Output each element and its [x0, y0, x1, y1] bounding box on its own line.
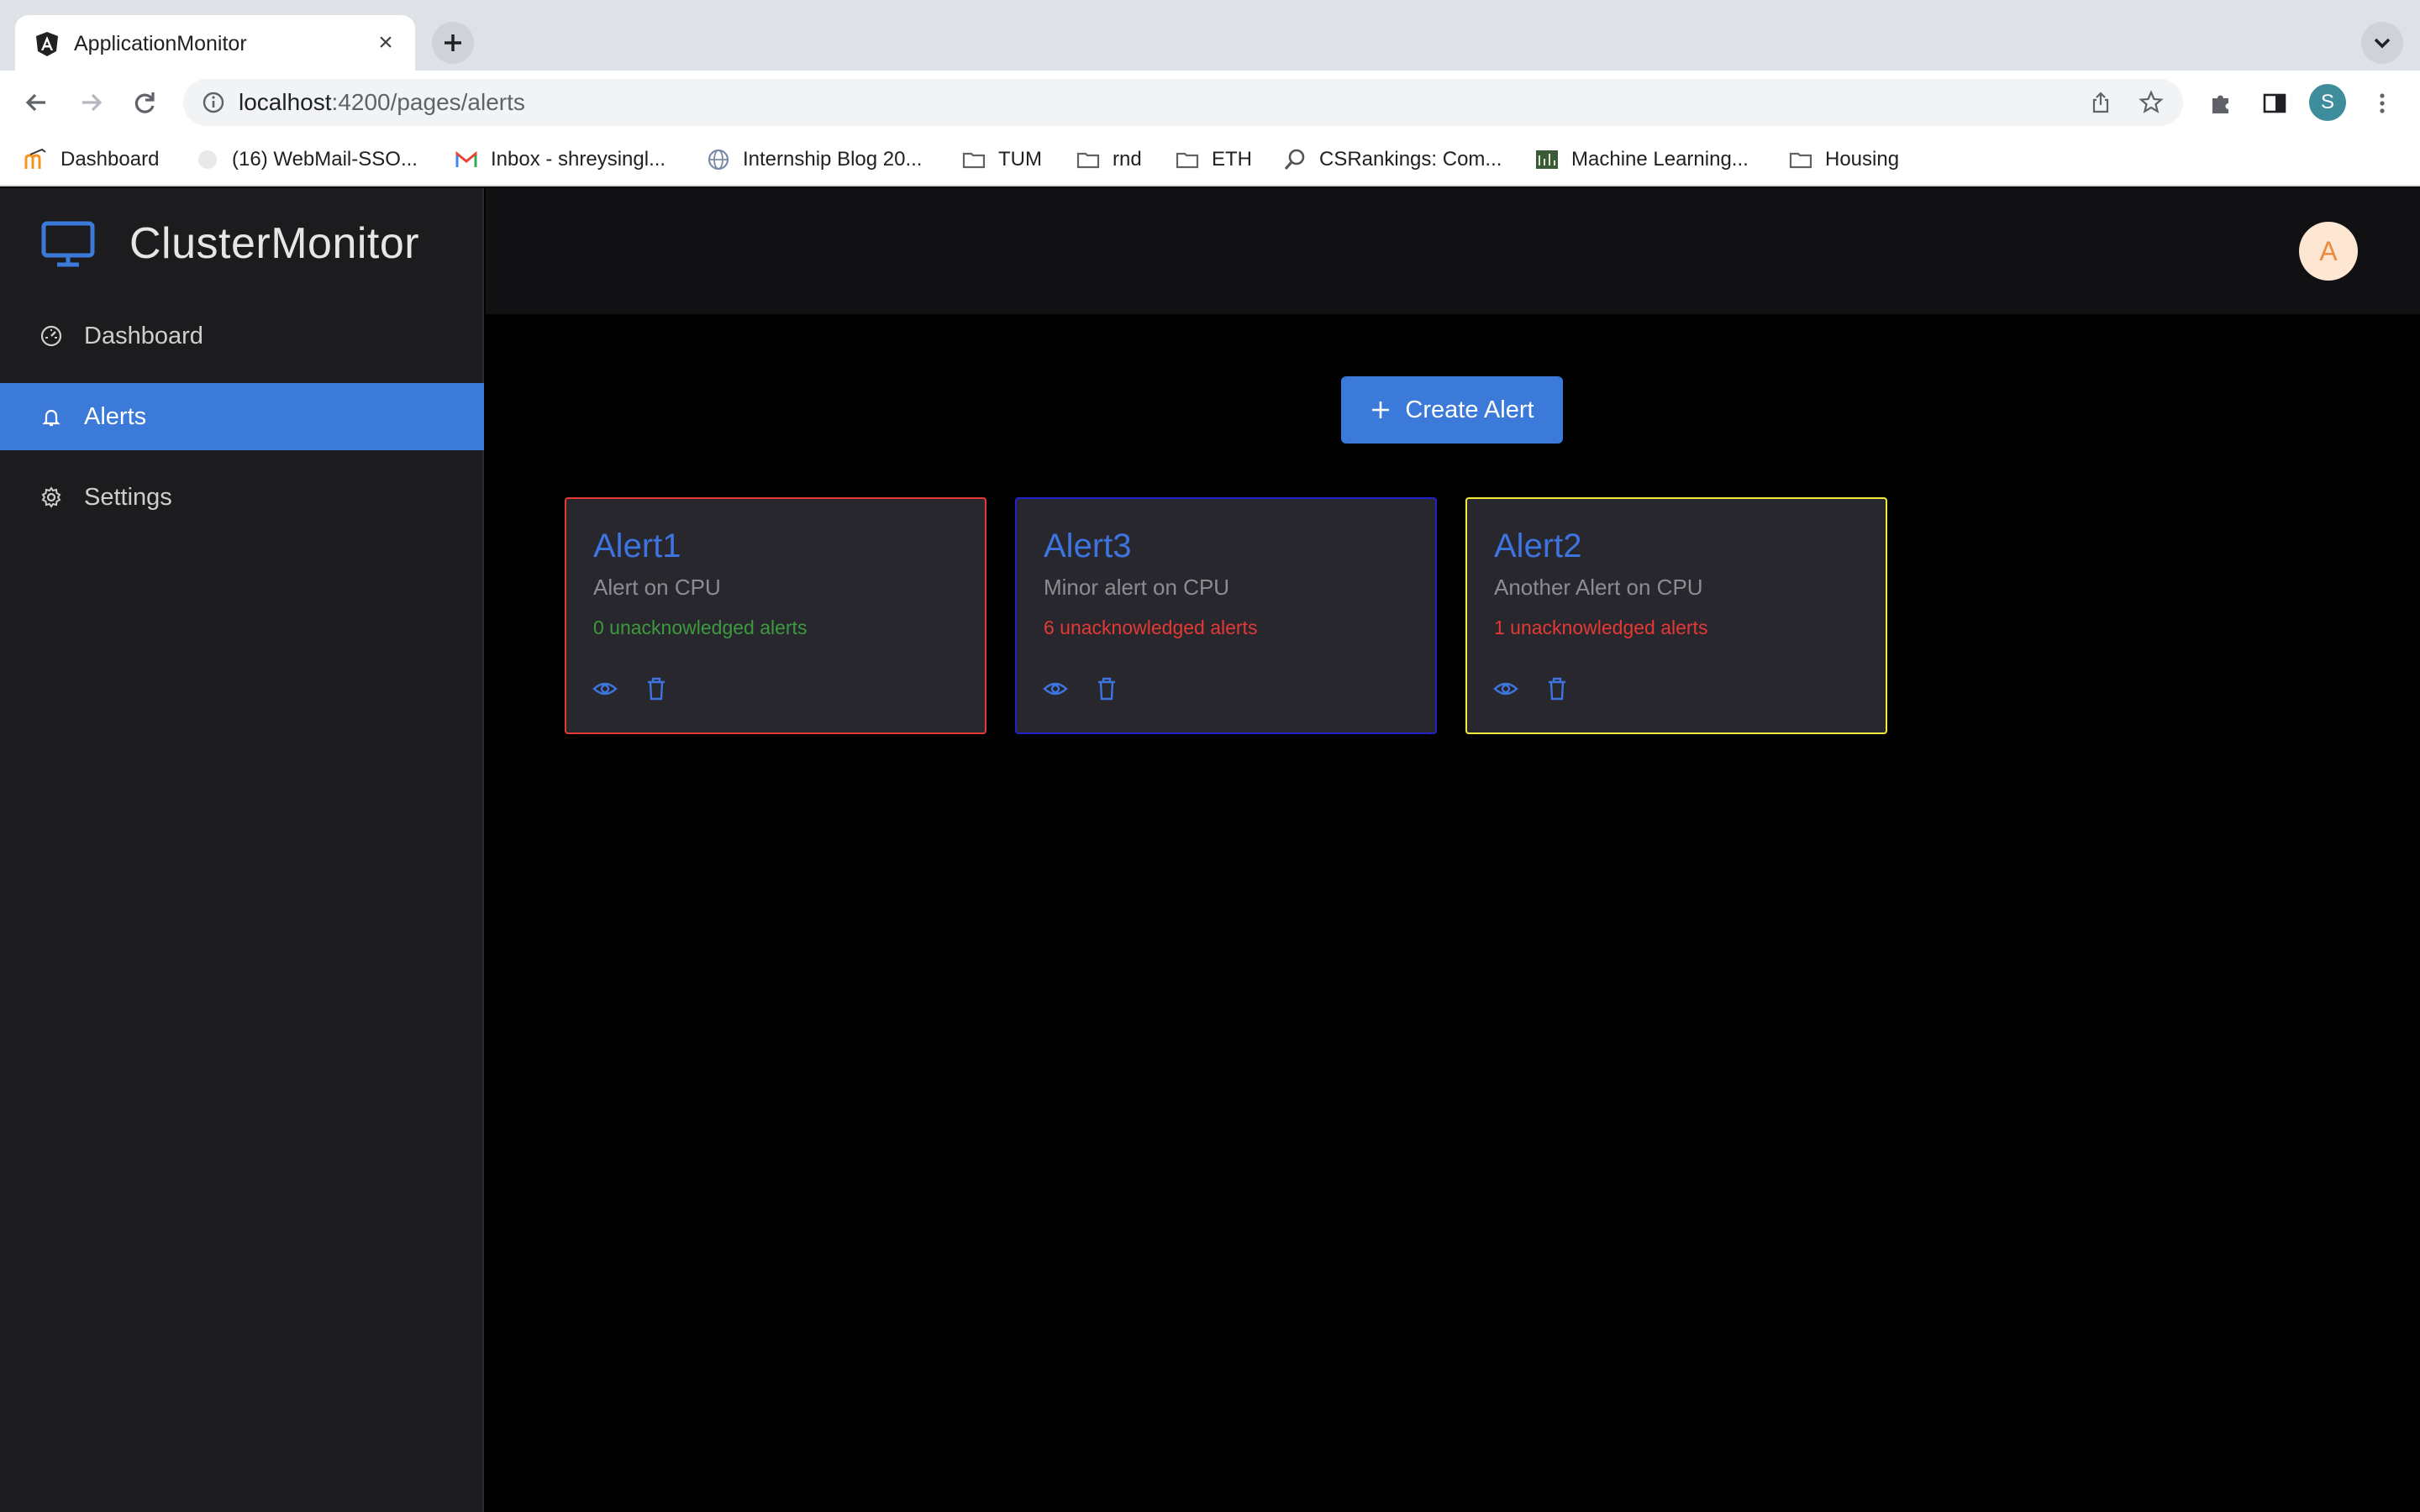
eye-icon[interactable]	[1492, 675, 1519, 702]
ml-icon	[1536, 150, 1558, 169]
bookmark-item[interactable]: Machine Learning...	[1534, 144, 1749, 175]
bookmark-item[interactable]: (16) WebMail-SSO...	[195, 144, 418, 175]
folder-icon	[1789, 152, 1812, 169]
user-avatar[interactable]: A	[2299, 222, 2358, 281]
alert-title[interactable]: Alert2	[1494, 528, 1582, 565]
webmail-icon	[198, 150, 217, 169]
back-icon[interactable]	[17, 82, 57, 123]
alert-card: Alert1 Alert on CPU 0 unacknowledged ale…	[565, 497, 986, 734]
sidebar-item-alerts[interactable]: Alerts	[0, 383, 484, 450]
alert-unacknowledged-count: 0 unacknowledged alerts	[593, 617, 808, 638]
browser-toolbar: localhost:4200/pages/alerts S	[0, 71, 2420, 134]
sidebar-item-label: Dashboard	[84, 322, 203, 349]
browser-tab-bar: ApplicationMonitor ×	[0, 0, 2420, 71]
gmail-icon	[455, 150, 477, 167]
trash-icon[interactable]	[1094, 675, 1119, 702]
folder-icon	[1076, 152, 1100, 169]
close-tab-icon[interactable]: ×	[373, 30, 398, 55]
new-tab-button[interactable]	[432, 22, 474, 64]
browser-tab[interactable]: ApplicationMonitor ×	[15, 15, 415, 71]
info-icon[interactable]	[200, 89, 227, 116]
reload-icon[interactable]	[124, 82, 165, 123]
extensions-icon[interactable]	[2207, 89, 2235, 118]
bookmark-folder[interactable]: Housing	[1788, 144, 1899, 175]
side-panel-icon[interactable]	[2260, 89, 2289, 118]
create-alert-button[interactable]: Create Alert	[1341, 376, 1563, 444]
alert-description: Minor alert on CPU	[1044, 575, 1230, 600]
bookmark-item[interactable]: Dashboard	[24, 144, 159, 175]
alert-title[interactable]: Alert1	[593, 528, 681, 565]
bookmark-item[interactable]: Internship Blog 20...	[706, 144, 922, 175]
bell-icon	[42, 409, 60, 427]
moodle-icon	[24, 148, 46, 169]
app-header	[486, 188, 2420, 314]
brand-title: ClusterMonitor	[129, 219, 420, 268]
alert-card: Alert3 Minor alert on CPU 6 unacknowledg…	[1015, 497, 1437, 734]
eye-icon[interactable]	[1042, 675, 1069, 702]
profile-avatar[interactable]: S	[2309, 84, 2346, 121]
sidebar-item-settings[interactable]: Settings	[0, 464, 484, 531]
gear-icon	[41, 486, 61, 508]
sidebar: ClusterMonitor Dashboard Alerts Settings	[0, 188, 484, 1512]
alert-card: Alert2 Another Alert on CPU 1 unacknowle…	[1465, 497, 1887, 734]
folder-icon	[1176, 152, 1199, 169]
search-icon	[1284, 149, 1305, 171]
monitor-icon	[41, 221, 95, 267]
trash-icon[interactable]	[1544, 675, 1570, 702]
forward-icon[interactable]	[71, 82, 111, 123]
sidebar-item-label: Settings	[84, 483, 172, 511]
tab-search-button[interactable]	[2361, 22, 2403, 64]
bookmark-item[interactable]: CSRankings: Com...	[1282, 144, 1502, 175]
alert-unacknowledged-count: 1 unacknowledged alerts	[1494, 617, 1708, 638]
share-icon[interactable]	[2087, 89, 2114, 116]
eye-icon[interactable]	[592, 675, 618, 702]
alert-description: Another Alert on CPU	[1494, 575, 1703, 600]
menu-icon[interactable]	[2368, 89, 2396, 118]
bookmark-folder[interactable]: TUM	[961, 144, 1042, 175]
angular-favicon-icon	[36, 32, 58, 56]
brand[interactable]: ClusterMonitor	[40, 218, 419, 269]
bookmarks-bar: Dashboard (16) WebMail-SSO... Inbox - sh…	[0, 134, 2420, 186]
trash-icon[interactable]	[644, 675, 669, 702]
url-text: localhost:4200/pages/alerts	[239, 89, 525, 115]
tab-title: ApplicationMonitor	[74, 32, 247, 55]
alert-unacknowledged-count: 6 unacknowledged alerts	[1044, 617, 1258, 638]
create-alert-label: Create Alert	[1405, 396, 1534, 423]
chevron-down-icon	[2374, 38, 2391, 49]
star-icon[interactable]	[2138, 89, 2165, 116]
globe-icon	[708, 149, 729, 171]
address-bar[interactable]: localhost:4200/pages/alerts	[183, 79, 2183, 126]
alert-description: Alert on CPU	[593, 575, 721, 600]
sidebar-item-dashboard[interactable]: Dashboard	[0, 302, 484, 370]
bookmark-folder[interactable]: rnd	[1076, 144, 1142, 175]
bookmark-folder[interactable]: ETH	[1175, 144, 1252, 175]
dashboard-icon	[40, 325, 62, 347]
bookmark-item[interactable]: Inbox - shreysingl...	[454, 144, 666, 175]
folder-icon	[962, 152, 986, 169]
plus-icon	[445, 34, 461, 51]
plus-icon	[1372, 402, 1390, 418]
alert-title[interactable]: Alert3	[1044, 528, 1132, 565]
main-content	[486, 314, 2420, 1512]
sidebar-item-label: Alerts	[84, 402, 147, 430]
